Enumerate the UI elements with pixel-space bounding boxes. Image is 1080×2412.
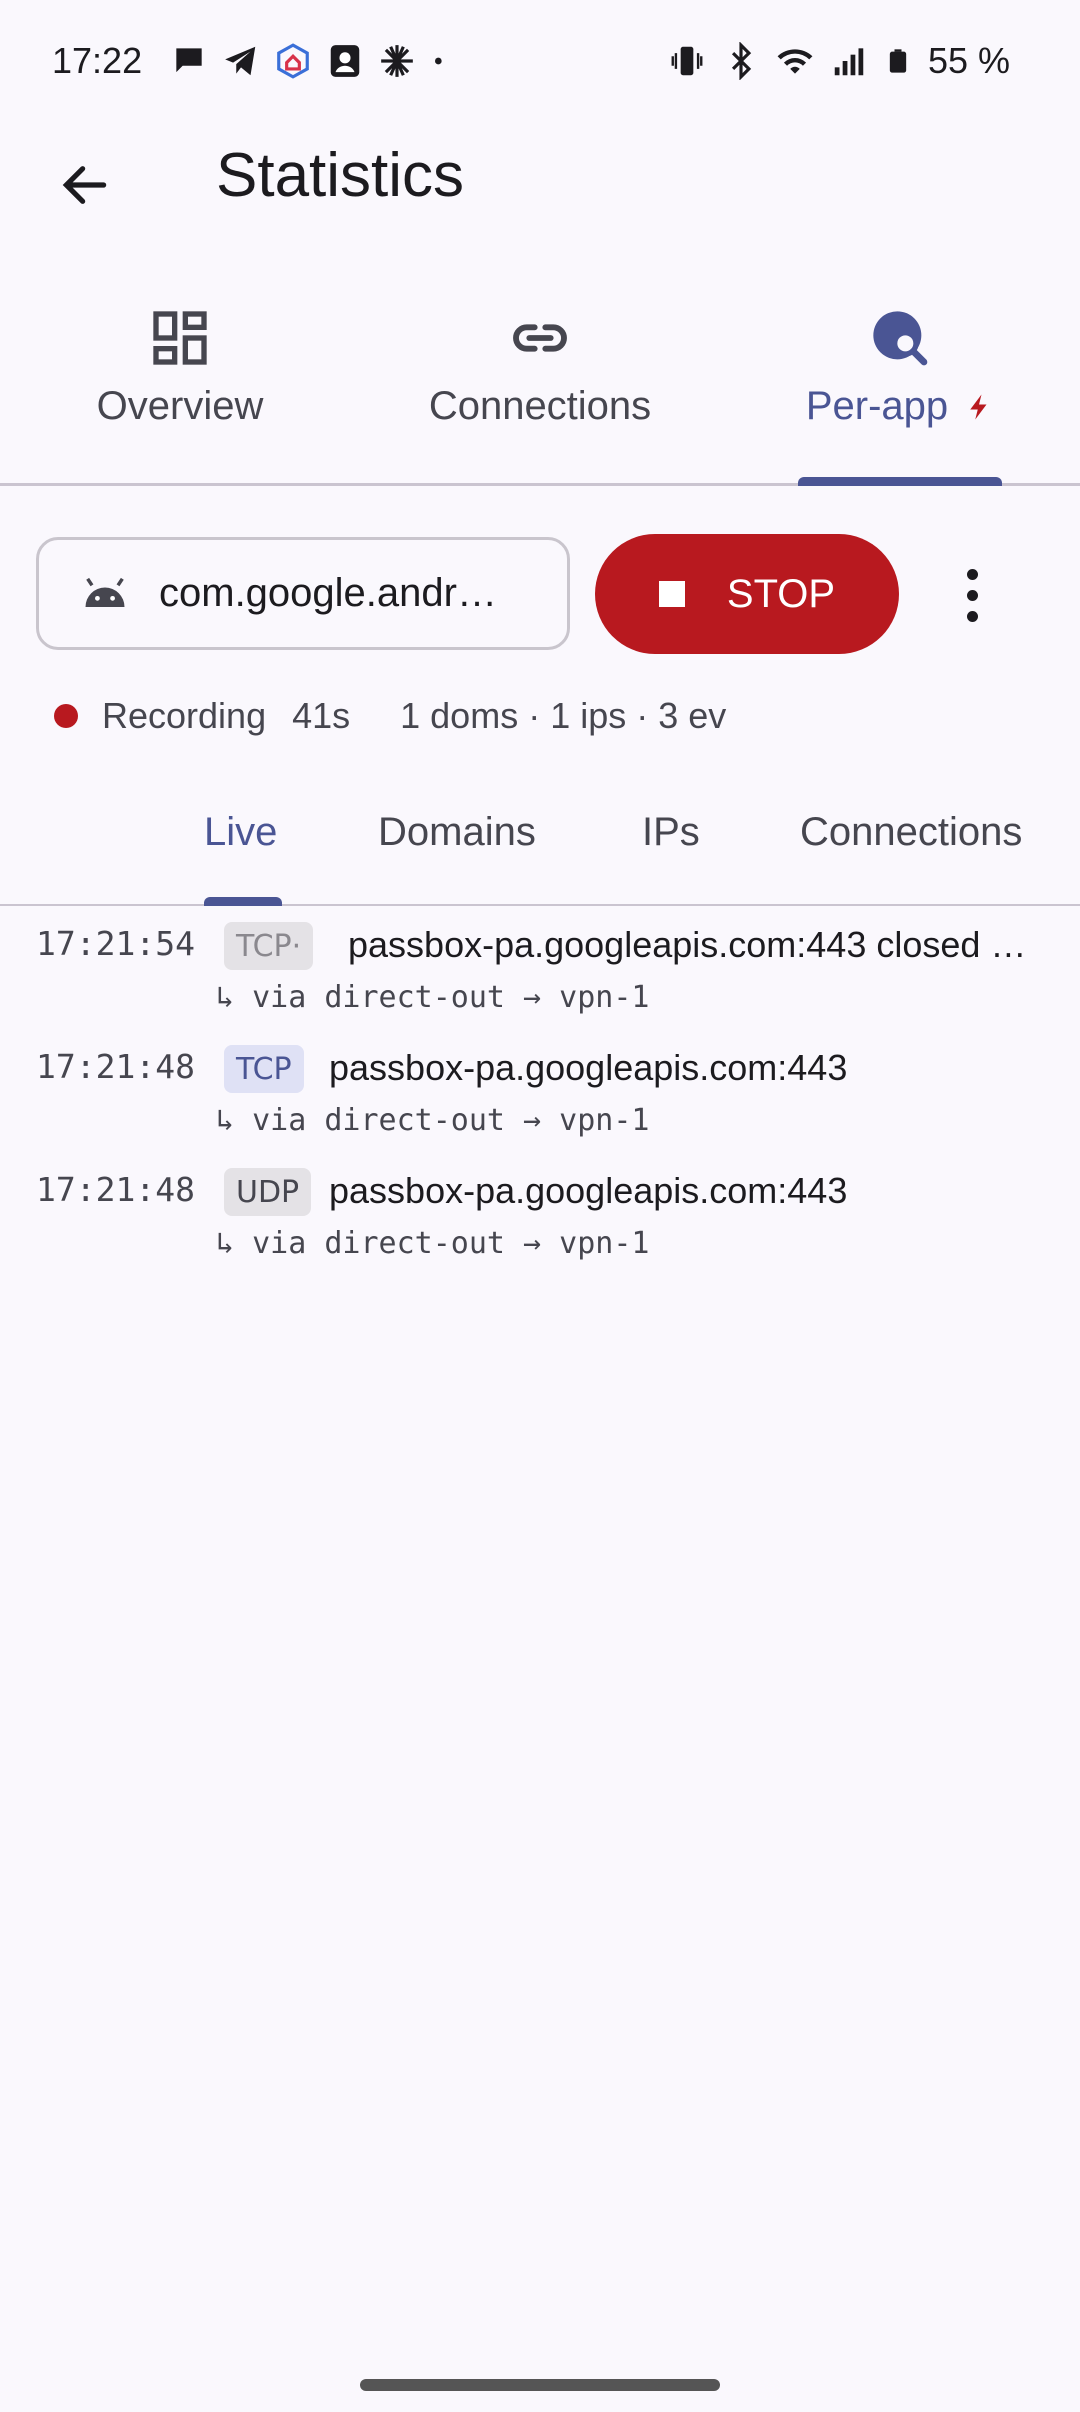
stop-icon [658,581,685,607]
dashboard-icon [153,311,207,365]
home-shield-icon [277,43,309,79]
recording-stats: 1 doms · 1 ips · 3 ev [400,695,727,736]
globe-search-icon [873,311,928,366]
stop-button[interactable]: STOP [595,534,899,654]
wifi-icon [777,49,813,74]
protocol-badge: TCP· [224,922,314,970]
subtab-indicator [204,897,282,906]
bluetooth-icon [731,42,752,80]
vibrate-icon [671,46,703,76]
subtab-connections[interactable]: Connections [800,810,1022,855]
status-time: 17:22 [52,40,143,81]
protocol-badge: TCP [224,1045,304,1093]
event-route: ↳ via direct-out → vpn-1 [216,1103,650,1138]
event-host: passbox-pa.googleapis.com:443 [329,1047,848,1088]
chat-bubble-icon [176,48,202,73]
notification-icons [170,42,450,80]
home-indicator[interactable] [360,2379,720,2391]
tab-overview-label: Overview [96,384,264,428]
list-item[interactable]: 17:21:48 UDP passbox-pa.googleapis.com:4… [0,1164,1080,1287]
app-selector[interactable]: com.google.andr… [36,537,570,650]
bolt-icon [970,394,987,419]
dot-icon [435,57,442,65]
event-time: 17:21:48 [36,1170,195,1209]
link-icon [513,324,567,352]
subtab-domains[interactable]: Domains [378,810,536,855]
tab-connections-label: Connections [428,384,652,428]
list-item[interactable]: 17:21:54 TCP· passbox-pa.googleapis.com:… [0,918,1080,1041]
tab-indicator [798,477,1002,486]
telegram-icon [225,46,256,76]
status-bar: 17:22 55 % [0,0,1080,124]
contact-icon [330,45,360,77]
recording-elapsed: 41s [292,695,351,736]
android-icon [85,577,125,607]
system-icons: 55 % [668,40,1010,82]
battery-percent: 55 % [927,40,1010,81]
event-host: passbox-pa.googleapis.com:443 closed … [348,924,1027,965]
recording-dot-icon [54,704,78,728]
back-button[interactable] [50,150,120,220]
recording-label: Recording [102,695,267,736]
recording-status: Recording 41s 1 doms · 1 ips · 3 ev [54,695,726,737]
stop-button-label: STOP [726,571,836,616]
event-route: ↳ via direct-out → vpn-1 [216,1226,650,1261]
tab-connections[interactable]: Connections [410,290,670,486]
subtab-ips[interactable]: IPs [642,810,700,855]
event-time: 17:21:48 [36,1047,195,1086]
arrow-back-icon [62,166,107,204]
sub-tab-bar: Live Domains IPs Connections [0,790,1080,906]
event-host: passbox-pa.googleapis.com:443 [329,1170,848,1211]
protocol-badge: UDP [224,1168,312,1216]
event-list: 17:21:54 TCP· passbox-pa.googleapis.com:… [0,918,1080,1287]
more-options-button[interactable] [950,555,994,635]
more-vert-icon [966,568,978,580]
top-tab-bar: Overview Connections Per-app [0,290,1080,486]
list-item[interactable]: 17:21:48 TCP passbox-pa.googleapis.com:4… [0,1041,1080,1164]
signal-icon [834,48,864,76]
tab-per-app-label: Per-app [805,384,949,428]
app-package-name: com.google.andr… [159,571,497,615]
event-time: 17:21:54 [36,924,195,963]
subtab-live[interactable]: Live [204,810,277,855]
page-title: Statistics [216,141,465,210]
asterisk-icon [381,45,413,77]
tab-overview[interactable]: Overview [70,290,290,486]
battery-icon [889,49,907,73]
event-route: ↳ via direct-out → vpn-1 [216,980,650,1015]
tab-per-app[interactable]: Per-app [790,290,1010,486]
